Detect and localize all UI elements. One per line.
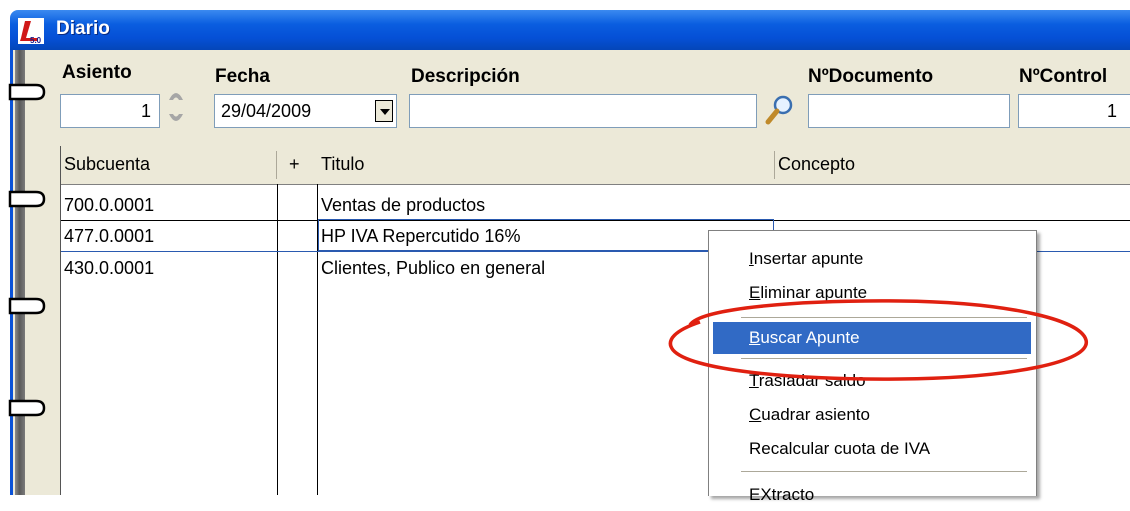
- column-header-subcuenta[interactable]: Subcuenta: [61, 146, 276, 184]
- table-cell-titulo[interactable]: Clientes, Publico en general: [318, 253, 774, 283]
- asiento-spinner-icon[interactable]: [166, 84, 186, 130]
- fecha-value: 29/04/2009: [221, 101, 312, 121]
- menu-separator: [741, 358, 1027, 359]
- chevron-down-icon[interactable]: [375, 100, 393, 122]
- menu-item-buscar-apunte[interactable]: Buscar Apunte: [713, 322, 1031, 354]
- window-left-border: [10, 50, 13, 495]
- menu-item-extracto[interactable]: EXtracto: [713, 479, 1031, 511]
- table-cell-subcuenta[interactable]: 700.0.0001: [61, 190, 276, 220]
- fecha-date-picker[interactable]: 29/04/2009: [214, 94, 397, 128]
- menu-item-cuadrar-asiento[interactable]: Cuadrar asiento: [713, 399, 1031, 431]
- menu-separator: [741, 317, 1027, 318]
- column-header-titulo[interactable]: Titulo: [318, 146, 774, 184]
- documento-field[interactable]: [808, 94, 1010, 128]
- documento-label: NºDocumento: [808, 66, 934, 87]
- column-header-concepto[interactable]: Concepto: [775, 146, 1130, 184]
- menu-item-eliminar-apunte[interactable]: Eliminar apunte: [713, 277, 1031, 309]
- grid-header: Subcuenta + Titulo Concepto: [61, 146, 1130, 185]
- binder-ring-icon: [8, 83, 46, 101]
- binder-ring-icon: [8, 190, 46, 208]
- control-label: NºControl: [1019, 66, 1108, 87]
- window-titlebar[interactable]: 5.0 Diario: [10, 10, 1130, 50]
- control-field[interactable]: 1: [1018, 94, 1130, 128]
- menu-item-recalcular-cuota-iva[interactable]: Recalcular cuota de IVA: [713, 433, 1031, 465]
- menu-separator: [741, 471, 1027, 472]
- column-line: [277, 184, 278, 495]
- context-menu: Insertar apunte Eliminar apunte Buscar A…: [708, 230, 1037, 504]
- binder-spine: [15, 50, 25, 495]
- app-logo-icon: 5.0: [18, 18, 44, 44]
- table-cell-subcuenta[interactable]: 430.0.0001: [61, 253, 276, 283]
- search-icon[interactable]: [762, 92, 798, 128]
- column-divider[interactable]: [276, 151, 277, 179]
- control-value: 1: [1106, 101, 1117, 121]
- descripcion-field[interactable]: [409, 94, 757, 128]
- asiento-field[interactable]: 1: [60, 94, 160, 128]
- column-header-plus[interactable]: +: [286, 146, 316, 184]
- table-cell-subcuenta[interactable]: 477.0.0001: [61, 221, 276, 251]
- asiento-value: 1: [140, 101, 151, 121]
- binder-ring-icon: [8, 297, 46, 315]
- asiento-label: Asiento: [62, 62, 132, 83]
- window-title: Diario: [56, 18, 110, 39]
- fecha-label: Fecha: [215, 66, 270, 87]
- menu-item-insertar-apunte[interactable]: Insertar apunte: [713, 243, 1031, 275]
- svg-text:5.0: 5.0: [30, 36, 42, 44]
- table-cell-titulo[interactable]: Ventas de productos: [318, 190, 774, 220]
- menu-item-trasladar-saldo[interactable]: Trasladar saldo: [713, 365, 1031, 397]
- binder-ring-icon: [8, 399, 46, 417]
- selected-cell-outline: [318, 219, 774, 251]
- descripcion-label: Descripción: [411, 66, 520, 87]
